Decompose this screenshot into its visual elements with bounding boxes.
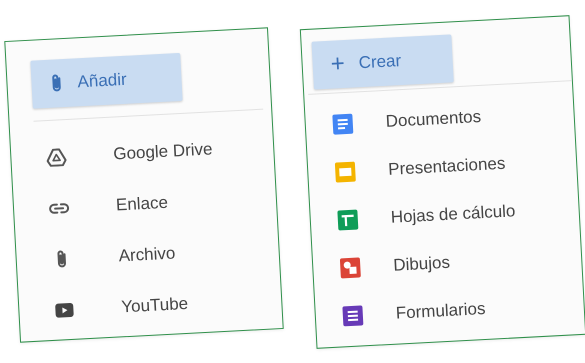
menu-item-label: Presentaciones [387,153,506,179]
create-button-label: Crear [358,51,402,73]
menu-item-file[interactable]: Archivo [45,225,219,285]
create-menu-list: Documentos Presentaciones Hojas de cálcu… [327,91,522,340]
plus-icon: + [329,50,346,78]
menu-item-label: Enlace [115,192,169,214]
menu-item-google-drive[interactable]: Google Drive [40,123,214,183]
menu-item-link[interactable]: Enlace [43,174,217,234]
docs-icon [327,112,358,136]
add-button-label: Añadir [77,69,128,92]
paperclip-icon [46,247,77,271]
menu-item-label: Hojas de cálculo [390,201,516,227]
youtube-icon [49,301,80,319]
add-menu-list: Google Drive Enlace Archivo YouTube [40,123,222,336]
paperclip-icon [49,72,64,95]
link-icon [44,201,75,215]
menu-item-label: Google Drive [112,138,213,164]
slides-icon [330,160,361,184]
divider [33,108,264,122]
menu-item-label: YouTube [120,293,189,316]
menu-item-forms[interactable]: Formularios [337,283,522,340]
forms-icon [337,304,368,328]
add-menu-panel: Añadir Google Drive Enlace Archivo YouTu… [4,27,284,343]
drawings-icon [335,256,366,280]
menu-item-label: Dibujos [392,252,451,275]
menu-item-label: Formularios [395,298,486,323]
create-button[interactable]: + Crear [311,34,454,90]
menu-item-label: Documentos [385,106,482,131]
menu-item-label: Archivo [118,242,176,265]
create-menu-panel: + Crear Documentos Presentaciones Hojas … [299,15,585,349]
google-drive-icon [41,147,72,167]
sheets-icon [332,208,363,232]
menu-item-youtube[interactable]: YouTube [48,276,222,336]
add-button[interactable]: Añadir [30,52,183,109]
